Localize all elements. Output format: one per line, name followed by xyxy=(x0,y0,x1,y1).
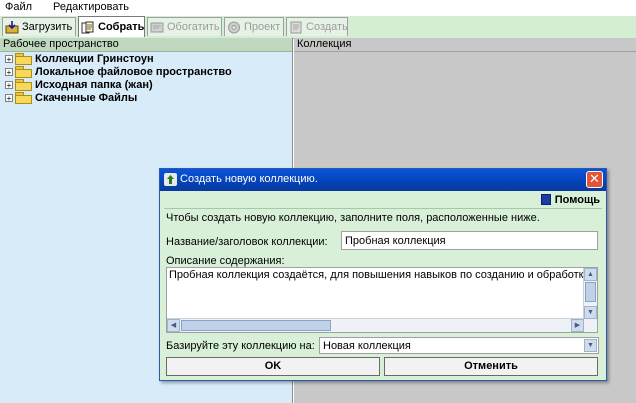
description-label: Описание содержания: xyxy=(166,255,285,267)
base-on-label: Базируйте эту коллекцию на: xyxy=(166,340,315,352)
tab-download[interactable]: Загрузить xyxy=(2,17,76,36)
scroll-left-icon[interactable]: ◀ xyxy=(167,319,180,332)
tab-bar: Загрузить Собрать Обогатить Проект Созда… xyxy=(0,16,636,39)
tab-enrich[interactable]: Обогатить xyxy=(147,17,222,36)
cancel-button[interactable]: Отменить xyxy=(384,357,598,376)
collection-header: Коллекция xyxy=(294,38,636,52)
expand-icon[interactable]: + xyxy=(5,93,13,102)
scroll-down-icon[interactable]: ▼ xyxy=(584,306,597,319)
tab-enrich-label: Обогатить xyxy=(167,21,220,33)
enrich-icon xyxy=(150,21,164,34)
tree-item-downloads[interactable]: + Скаченные Файлы xyxy=(0,91,292,104)
help-label: Помощь xyxy=(554,193,600,206)
tree-item-local[interactable]: + Локальное файловое пространство xyxy=(0,65,292,78)
tab-gather[interactable]: Собрать xyxy=(78,16,145,37)
tab-design[interactable]: Проект xyxy=(224,17,284,36)
create-icon xyxy=(289,21,303,34)
chevron-down-icon[interactable]: ▼ xyxy=(584,339,597,352)
vertical-scrollbar[interactable]: ▲ ▼ xyxy=(583,268,597,319)
horizontal-scrollbar[interactable]: ◀ ▶ xyxy=(167,318,584,332)
tab-gather-label: Собрать xyxy=(98,21,145,33)
download-icon xyxy=(5,20,19,34)
scroll-thumb[interactable] xyxy=(181,320,331,331)
folder-icon xyxy=(15,92,32,104)
tree-item-label: Исходная папка (жан) xyxy=(35,78,153,91)
tab-create[interactable]: Создать xyxy=(286,17,348,36)
gather-icon xyxy=(81,21,95,34)
expand-icon[interactable]: + xyxy=(5,67,13,76)
app-icon xyxy=(164,173,177,186)
menu-edit[interactable]: Редактировать xyxy=(53,1,129,13)
description-text: Пробная коллекция создаётся, для повышен… xyxy=(169,269,590,281)
tab-download-label: Загрузить xyxy=(22,21,73,33)
tree-item-home[interactable]: + Исходная папка (жан) xyxy=(0,78,292,91)
tree-item-greenstone[interactable]: + Коллекции Гринстоун xyxy=(0,52,292,65)
folder-icon xyxy=(15,66,32,78)
base-collection-value: Новая коллекция xyxy=(323,340,411,352)
collection-title-label: Название/заголовок коллекции: xyxy=(166,236,328,248)
scroll-corner xyxy=(584,319,597,332)
new-collection-dialog: Создать новую коллекцию. ✕ Помощь Чтобы … xyxy=(159,168,607,381)
menu-bar: Файл Редактировать xyxy=(0,0,636,16)
folder-icon xyxy=(15,79,32,91)
tree-item-label: Коллекции Гринстоун xyxy=(35,52,154,65)
divider xyxy=(164,208,602,209)
tab-design-label: Проект xyxy=(244,21,281,33)
collection-title-input[interactable]: Пробная коллекция xyxy=(341,231,598,250)
dialog-title: Создать новую коллекцию. xyxy=(180,173,318,185)
help-button[interactable]: Помощь xyxy=(540,192,600,207)
book-icon xyxy=(540,194,551,205)
tree-item-label: Скаченные Файлы xyxy=(35,91,138,104)
ok-button[interactable]: OK xyxy=(166,357,380,376)
menu-file[interactable]: Файл xyxy=(5,1,32,13)
expand-icon[interactable]: + xyxy=(5,54,13,63)
base-collection-select[interactable]: Новая коллекция ▼ xyxy=(319,337,599,354)
close-icon[interactable]: ✕ xyxy=(586,171,603,188)
workspace-header: Рабочее пространство xyxy=(0,38,292,52)
dialog-titlebar[interactable]: Создать новую коллекцию. ✕ xyxy=(160,169,606,191)
tab-create-label: Создать xyxy=(306,21,348,33)
folder-icon xyxy=(15,53,32,65)
description-textarea[interactable]: Пробная коллекция создаётся, для повышен… xyxy=(166,267,598,333)
tree-item-label: Локальное файловое пространство xyxy=(35,65,232,78)
scroll-up-icon[interactable]: ▲ xyxy=(584,268,597,281)
dialog-instructions: Чтобы создать новую коллекцию, заполните… xyxy=(166,212,540,224)
design-icon xyxy=(227,21,241,34)
expand-icon[interactable]: + xyxy=(5,80,13,89)
scroll-thumb[interactable] xyxy=(585,282,596,302)
scroll-right-icon[interactable]: ▶ xyxy=(571,319,584,332)
